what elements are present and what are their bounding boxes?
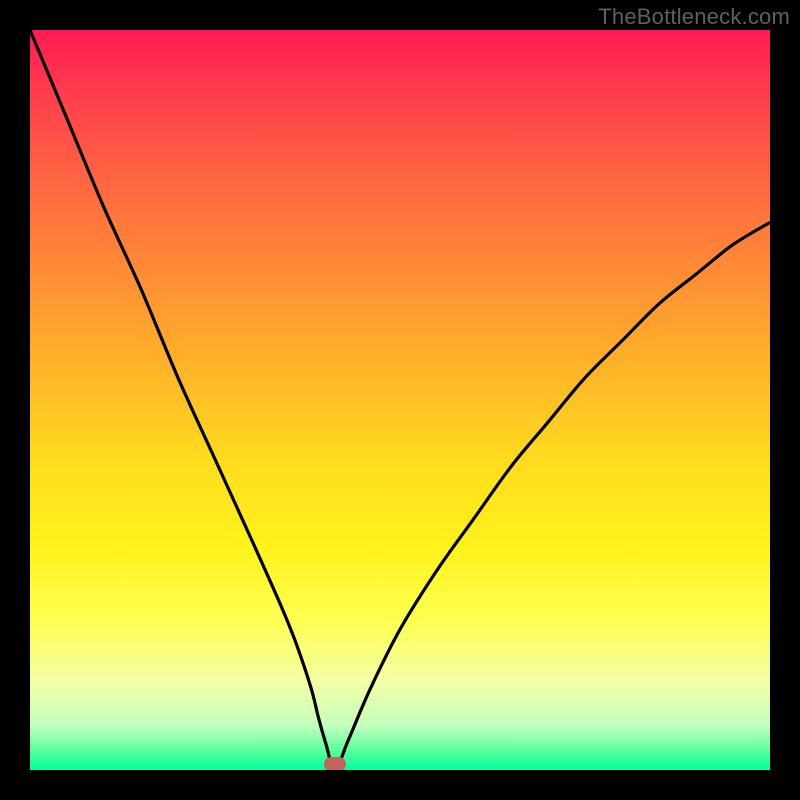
plot-area (30, 30, 770, 770)
chart-frame: TheBottleneck.com (0, 0, 800, 800)
watermark-text: TheBottleneck.com (598, 4, 790, 30)
optimal-marker (324, 757, 346, 770)
bottleneck-curve (30, 30, 770, 770)
